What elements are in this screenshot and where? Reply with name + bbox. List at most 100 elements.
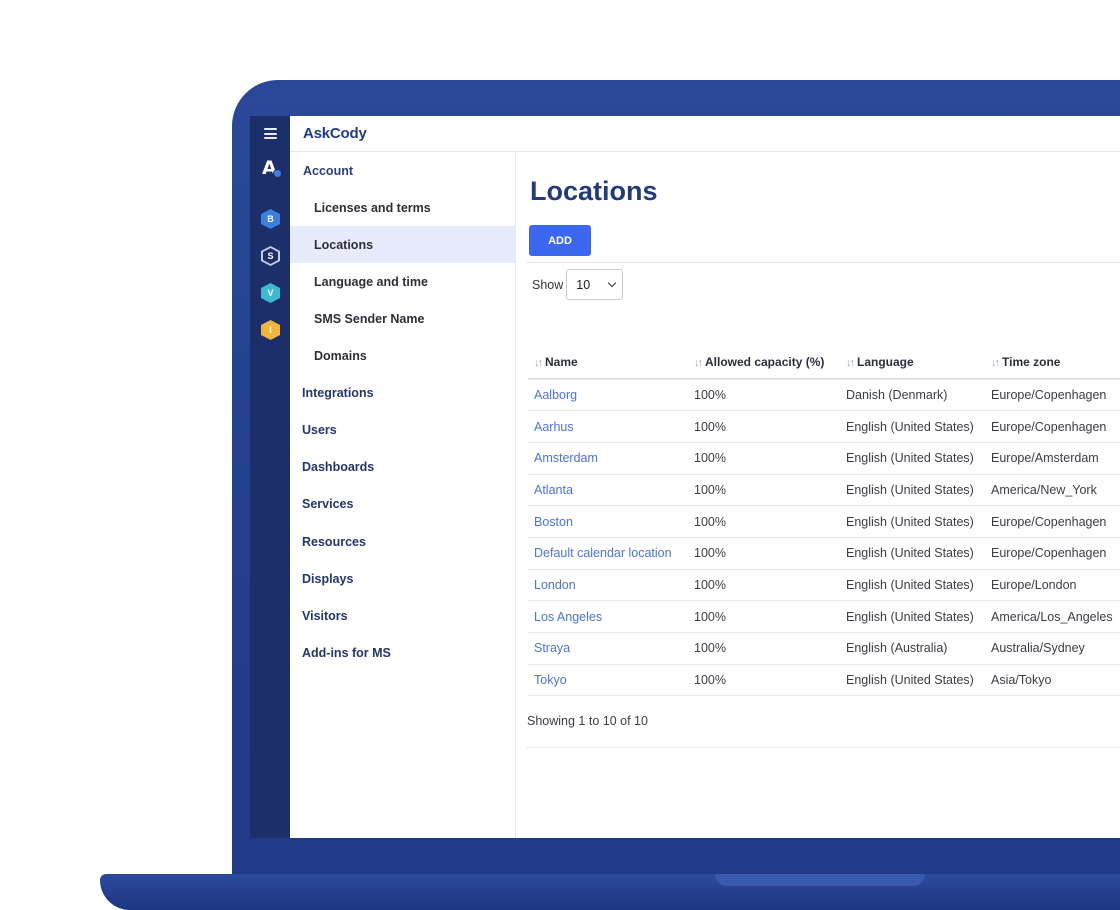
laptop-base — [100, 874, 1120, 910]
table-cell: 100% — [688, 569, 840, 602]
table-cell: Australia/Sydney — [985, 632, 1120, 665]
sidebar-item-users[interactable]: Users — [290, 412, 516, 449]
table-header-row: ↓↑ Name ↓↑ Allowed capacity (%) ↓↑ Language ↓↑… — [528, 345, 1120, 380]
brand-name[interactable]: AskCody — [303, 125, 367, 142]
column-header[interactable]: ↓↑ Language — [840, 345, 985, 380]
app-v-icon[interactable]: V — [261, 283, 280, 303]
sidebar-item-services[interactable]: Services — [290, 486, 516, 523]
column-header[interactable]: ↓↑ Time zone — [985, 345, 1120, 380]
sidebar-item-label: Locations — [314, 237, 374, 252]
table-row[interactable]: Default calendar location 100% English (Un… — [528, 537, 1120, 570]
table-cell: English (United States) — [840, 474, 985, 507]
sidebar-item-label: Add-ins for MS — [302, 645, 391, 660]
app-window: A B S V I AskCody Account Licenses and terms… — [250, 116, 1120, 838]
location-name-link[interactable]: Amsterdam — [528, 442, 688, 475]
chevron-down-icon — [608, 278, 617, 288]
app-letter: B — [263, 211, 278, 227]
table-row[interactable]: Los Angeles 100% English (United States) Am… — [528, 600, 1120, 633]
table-cell: 100% — [688, 537, 840, 570]
sort-icon[interactable]: ↓↑ — [991, 357, 1000, 369]
table-row[interactable]: Aalborg 100% Danish (Denmark) Europe/Copenh… — [528, 379, 1120, 412]
table-row[interactable]: Tokyo 100% English (United States) Asia/Tok… — [528, 664, 1120, 697]
sidebar-item-label: SMS Sender Name — [314, 311, 425, 326]
laptop-notch — [715, 874, 925, 886]
table-cell: 100% — [688, 632, 840, 665]
sort-icon[interactable]: ↓↑ — [846, 357, 855, 369]
add-location-button[interactable]: ADD — [529, 225, 591, 256]
location-name-link[interactable]: Straya — [528, 632, 688, 665]
table-cell: English (United States) — [840, 442, 985, 475]
page-size-select[interactable]: 10 — [566, 269, 624, 300]
page-size-control: Show 10 — [532, 269, 624, 300]
divider — [526, 747, 1120, 748]
location-name-link[interactable]: Atlanta — [528, 474, 688, 507]
sidebar-item-label: Users — [302, 423, 337, 438]
table-info: Showing 1 to 10 of 10 — [527, 714, 648, 728]
table-row[interactable]: Straya 100% English (Australia) Australia/S… — [528, 632, 1120, 665]
page-size-value: 10 — [576, 277, 591, 292]
table-row[interactable]: London 100% English (United States) Europe/… — [528, 569, 1120, 602]
sidebar-item-displays[interactable]: Displays — [290, 560, 516, 597]
table-cell: 100% — [688, 664, 840, 697]
askcody-logo-icon[interactable]: A — [262, 157, 282, 179]
sidebar-item-domains[interactable]: Domains — [290, 338, 516, 375]
table-cell: Europe/Amsterdam — [985, 442, 1120, 475]
location-name-link[interactable]: Los Angeles — [528, 600, 688, 633]
location-name-link[interactable]: Default calendar location — [528, 537, 688, 570]
location-name-link[interactable]: Boston — [528, 505, 688, 538]
table-cell: America/Los_Angeles — [985, 600, 1120, 633]
table-cell: Europe/Copenhagen — [985, 505, 1120, 538]
sort-icon[interactable]: ↓↑ — [534, 357, 543, 369]
app-b-icon[interactable]: B — [261, 209, 280, 229]
sidebar-item-language-and-time[interactable]: Language and time — [290, 263, 516, 300]
table-cell: Europe/Copenhagen — [985, 379, 1120, 412]
app-letter: I — [263, 322, 278, 338]
table-cell: 100% — [688, 410, 840, 443]
location-name-link[interactable]: Aarhus — [528, 410, 688, 443]
table-cell: Europe/Copenhagen — [985, 410, 1120, 443]
table-cell: Asia/Tokyo — [985, 664, 1120, 697]
sidebar-item-add-ins-for-ms[interactable]: Add-ins for MS — [290, 634, 516, 671]
app-i-icon[interactable]: I — [261, 320, 280, 340]
table-cell: Europe/London — [985, 569, 1120, 602]
column-header-label: Allowed capacity (%) — [705, 354, 825, 369]
table-row[interactable]: Amsterdam 100% English (United States) Euro… — [528, 442, 1120, 475]
icon-rail: A B S V I — [250, 116, 290, 838]
table-cell: English (United States) — [840, 664, 985, 697]
table-cell: English (United States) — [840, 600, 985, 633]
sidebar-item-account[interactable]: Account — [290, 152, 516, 189]
sidebar-item-dashboards[interactable]: Dashboards — [290, 449, 516, 486]
sidebar-item-integrations[interactable]: Integrations — [290, 375, 516, 412]
table-row[interactable]: Atlanta 100% English (United States) Americ… — [528, 474, 1120, 507]
location-name-link[interactable]: Aalborg — [528, 379, 688, 412]
sidebar-item-resources[interactable]: Resources — [290, 523, 516, 560]
column-header-label: Name — [545, 354, 578, 369]
sidebar-item-locations[interactable]: Locations — [290, 226, 516, 264]
table-cell: 100% — [688, 474, 840, 507]
sidebar-item-sms-sender-name[interactable]: SMS Sender Name — [290, 300, 516, 337]
hamburger-menu-icon[interactable] — [264, 128, 277, 142]
sort-icon[interactable]: ↓↑ — [694, 357, 703, 369]
column-header[interactable]: ↓↑ Allowed capacity (%) — [688, 345, 840, 380]
table-cell: 100% — [688, 600, 840, 633]
location-name-link[interactable]: London — [528, 569, 688, 602]
top-bar: AskCody — [290, 116, 1120, 152]
sidebar-item-label: Services — [302, 497, 354, 512]
column-header[interactable]: ↓↑ Name — [528, 345, 688, 380]
sidebar-item-label: Licenses and terms — [314, 200, 431, 215]
app-letter: V — [263, 285, 278, 301]
location-name-link[interactable]: Tokyo — [528, 664, 688, 697]
table-cell: English (Australia) — [840, 632, 985, 665]
table-cell: America/New_York — [985, 474, 1120, 507]
table-row[interactable]: Aarhus 100% English (United States) Europe/… — [528, 410, 1120, 443]
table-cell: English (United States) — [840, 505, 985, 538]
sidebar-item-label: Dashboards — [302, 460, 375, 475]
table-cell: Europe/Copenhagen — [985, 537, 1120, 570]
table-row[interactable]: Boston 100% English (United States) Europe/… — [528, 505, 1120, 538]
sidebar-item-label: Integrations — [302, 386, 374, 401]
column-header-label: Time zone — [1002, 354, 1061, 369]
app-s-icon[interactable]: S — [261, 246, 280, 266]
table-cell: English (United States) — [840, 537, 985, 570]
sidebar-item-licenses-and-terms[interactable]: Licenses and terms — [290, 189, 516, 226]
sidebar-item-visitors[interactable]: Visitors — [290, 597, 516, 634]
